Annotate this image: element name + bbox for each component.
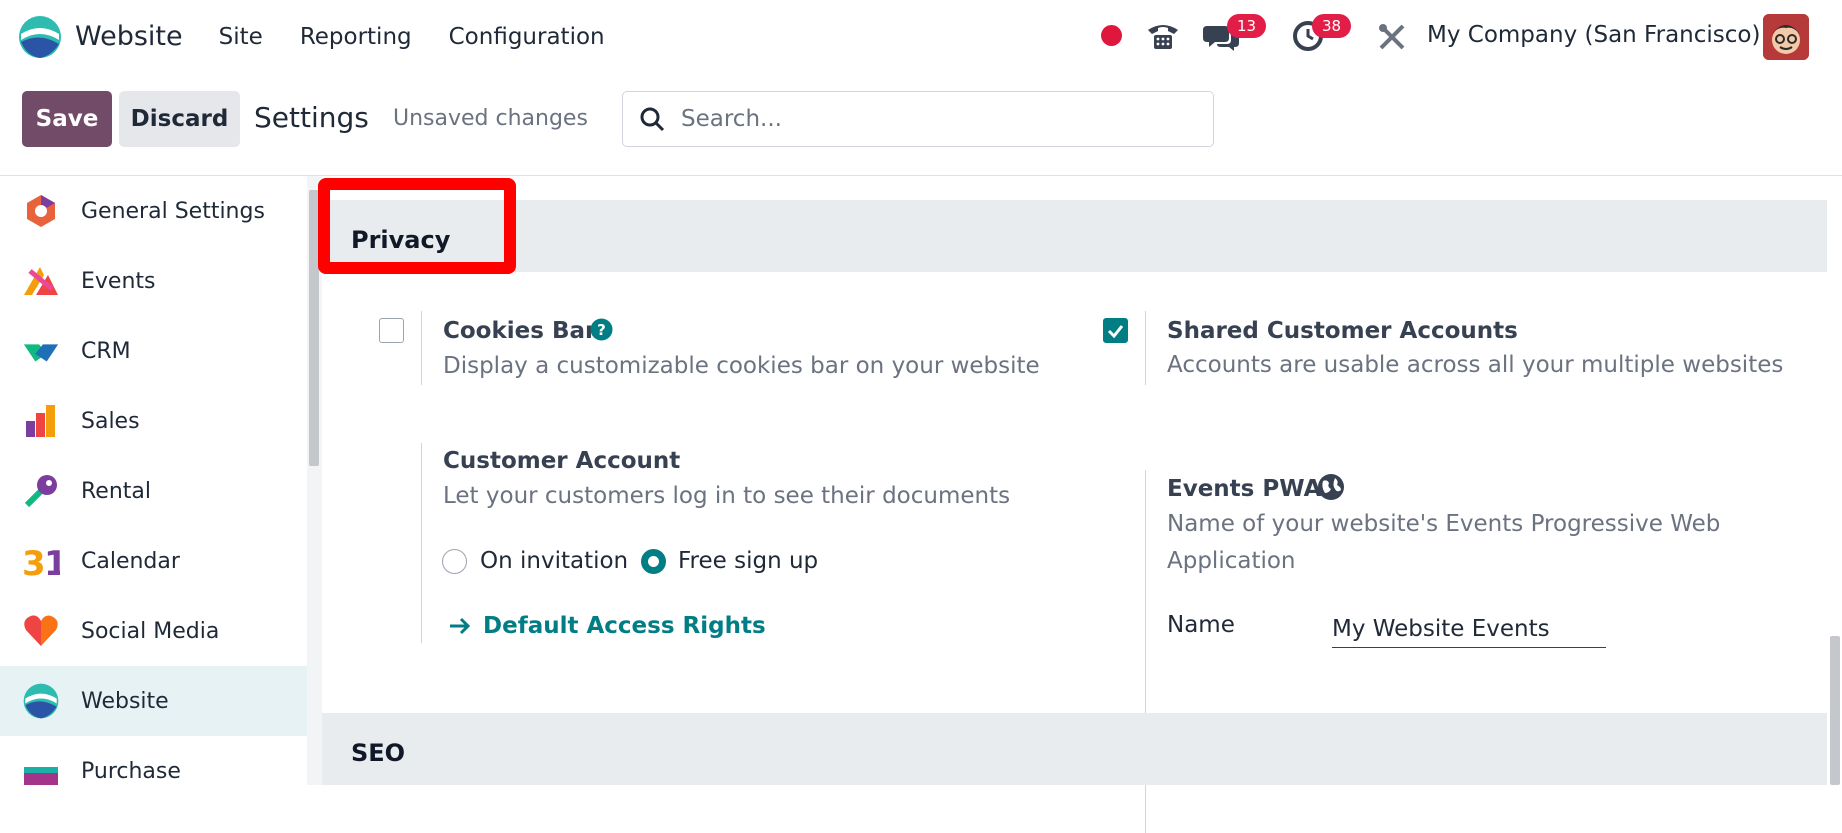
company-switcher[interactable]: My Company (San Francisco): [1427, 22, 1760, 48]
sidebar-item-social-media[interactable]: Social Media: [0, 596, 307, 666]
sidebar-item-label: General Settings: [81, 198, 265, 224]
customer-account-title: Customer Account: [443, 448, 681, 474]
discard-button[interactable]: Discard: [119, 91, 240, 147]
sidebar-item-events[interactable]: Events: [0, 246, 307, 316]
highlight-box: [318, 178, 516, 274]
sidebar-item-website[interactable]: Website: [0, 666, 307, 736]
app-name: Website: [75, 21, 183, 52]
general-settings-icon: [22, 192, 60, 230]
sidebar-item-label: Purchase: [81, 758, 181, 784]
svg-text:1: 1: [44, 544, 60, 579]
sidebar-item-label: Events: [81, 268, 156, 294]
menu-configuration[interactable]: Configuration: [449, 24, 605, 50]
messages-badge: 13: [1227, 14, 1267, 38]
page-title: Settings: [254, 101, 369, 134]
globe-icon: [1318, 474, 1344, 500]
default-access-rights-link[interactable]: Default Access Rights: [483, 613, 766, 639]
on-invitation-label[interactable]: On invitation: [480, 548, 628, 574]
rental-icon: [22, 472, 60, 510]
settings-sidebar: General Settings Events CRM Sales Rental…: [0, 176, 307, 785]
seo-section-header: SEO: [322, 713, 1827, 785]
sidebar-item-label: Website: [81, 688, 169, 714]
settings-content: Privacy Cookies Bar ? Display a customiz…: [322, 176, 1827, 833]
purchase-icon: [22, 752, 60, 785]
sidebar-item-label: Social Media: [81, 618, 220, 644]
checkmark-icon: [1107, 325, 1124, 339]
customer-account-desc: Let your customers log in to see their d…: [443, 483, 1011, 509]
help-icon[interactable]: ?: [590, 318, 613, 341]
control-panel: Save Discard Settings Unsaved changes: [0, 73, 1842, 176]
free-signup-label[interactable]: Free sign up: [678, 548, 818, 574]
pwa-name-label: Name: [1167, 612, 1235, 638]
search-icon: [640, 107, 665, 132]
sidebar-item-crm[interactable]: CRM: [0, 316, 307, 386]
sidebar-item-calendar[interactable]: 31 Calendar: [0, 526, 307, 596]
search-box[interactable]: [622, 91, 1214, 147]
free-signup-radio[interactable]: [641, 549, 666, 574]
crm-icon: [22, 332, 60, 370]
app-brand[interactable]: Website: [17, 14, 183, 60]
social-media-icon: [22, 612, 60, 650]
cookies-bar-desc: Display a customizable cookies bar on yo…: [443, 353, 1040, 379]
events-pwa-desc-line1: Name of your website's Events Progressiv…: [1167, 511, 1721, 537]
search-input[interactable]: [681, 106, 1201, 132]
events-icon: [22, 262, 60, 300]
sidebar-item-rental[interactable]: Rental: [0, 456, 307, 526]
recording-indicator[interactable]: [1101, 25, 1122, 46]
shared-accounts-title: Shared Customer Accounts: [1167, 318, 1518, 344]
phone-icon[interactable]: [1146, 20, 1180, 52]
user-avatar[interactable]: [1763, 14, 1809, 60]
cookies-bar-checkbox[interactable]: [379, 318, 404, 343]
tools-icon[interactable]: [1377, 22, 1407, 52]
events-pwa-title: Events PWA: [1167, 476, 1322, 502]
shared-accounts-checkbox[interactable]: [1103, 318, 1128, 343]
svg-text:?: ?: [597, 321, 606, 339]
sidebar-item-label: Sales: [81, 408, 140, 434]
unsaved-status: Unsaved changes: [393, 106, 588, 131]
sidebar-item-general-settings[interactable]: General Settings: [0, 176, 307, 246]
save-button[interactable]: Save: [22, 91, 112, 147]
section-title: SEO: [351, 739, 406, 767]
calendar-icon: 31: [22, 542, 60, 580]
events-pwa-desc-line2: Application: [1167, 548, 1296, 574]
top-navbar: Website Site Reporting Configuration 13 …: [0, 0, 1842, 73]
divider: [421, 443, 422, 643]
privacy-section-header: Privacy: [322, 200, 1827, 272]
svg-text:3: 3: [22, 544, 46, 579]
menu-reporting[interactable]: Reporting: [300, 24, 412, 50]
cookies-bar-title: Cookies Bar: [443, 318, 597, 344]
sidebar-item-sales[interactable]: Sales: [0, 386, 307, 456]
shared-accounts-desc: Accounts are usable across all your mult…: [1167, 352, 1784, 378]
main-menu: Site Reporting Configuration: [219, 24, 605, 50]
sidebar-item-purchase[interactable]: Purchase: [0, 736, 307, 785]
pwa-name-input[interactable]: [1332, 610, 1606, 648]
menu-site[interactable]: Site: [219, 24, 263, 50]
website-icon: [22, 682, 60, 720]
website-app-icon: [19, 15, 61, 58]
divider: [1145, 311, 1146, 385]
sidebar-item-label: CRM: [81, 338, 131, 364]
sales-icon: [22, 402, 60, 440]
content-scrollbar[interactable]: [1827, 176, 1842, 785]
content-scrollbar-thumb[interactable]: [1830, 636, 1840, 785]
divider: [421, 311, 422, 385]
sidebar-item-label: Rental: [81, 478, 151, 504]
arrow-right-icon: [450, 617, 471, 635]
activities-badge: 38: [1312, 14, 1352, 38]
sidebar-item-label: Calendar: [81, 548, 180, 574]
on-invitation-radio[interactable]: [442, 549, 467, 574]
